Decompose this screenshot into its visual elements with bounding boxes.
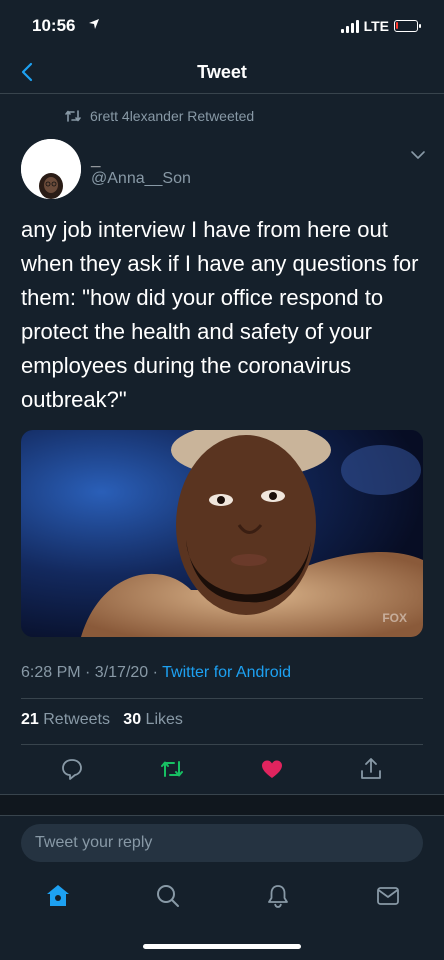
author-handle[interactable]: @Anna__Son (91, 170, 191, 188)
tab-bar (0, 878, 444, 918)
likes-stat[interactable]: 30 Likes (123, 711, 183, 728)
tweet-actions (0, 756, 444, 784)
divider (21, 744, 423, 745)
retweets-stat[interactable]: 21 Retweets (21, 711, 110, 728)
tweet-meta: 6:28 PM · 3/17/20 · Twitter for Android (21, 664, 291, 682)
divider (21, 698, 423, 699)
tweet-source-link[interactable]: Twitter for Android (162, 664, 291, 681)
likes-label: Likes (145, 711, 183, 728)
home-icon[interactable] (44, 882, 72, 910)
retweeted-by[interactable]: 6rett 4lexander Retweeted (64, 108, 254, 124)
tweet-text: any job interview I have from here out w… (21, 217, 419, 412)
location-arrow-icon (89, 19, 99, 29)
media-watermark: FOX (382, 611, 407, 625)
media-image (21, 430, 423, 637)
signal-icon (340, 19, 359, 33)
search-icon[interactable] (154, 882, 182, 910)
avatar-image (21, 139, 81, 199)
retweets-count: 21 (21, 711, 39, 728)
heart-icon[interactable] (259, 756, 285, 782)
notifications-icon[interactable] (264, 882, 292, 910)
retweet-small-icon (65, 110, 81, 122)
battery-level (396, 22, 398, 29)
author-name[interactable]: _ (91, 150, 100, 170)
retweeted-by-label: 6rett 4lexander Retweeted (90, 108, 255, 124)
section-separator (0, 794, 444, 816)
tweet-media[interactable]: FOX (21, 430, 423, 637)
tweet-stats: 21 Retweets 30 Likes (21, 711, 183, 729)
retweet-icon[interactable] (159, 756, 185, 782)
messages-icon[interactable] (374, 882, 402, 910)
share-icon[interactable] (358, 756, 384, 782)
tweet-timestamp: 6:28 PM · 3/17/20 · (21, 664, 163, 681)
retweets-label: Retweets (43, 711, 110, 728)
status-time: 10:56 (32, 16, 76, 35)
status-indicators: LTE (340, 18, 421, 34)
reply-icon[interactable] (59, 756, 85, 782)
home-indicator[interactable] (143, 944, 301, 949)
avatar[interactable] (21, 139, 81, 199)
likes-count: 30 (123, 711, 142, 728)
network-label: LTE (363, 18, 389, 34)
nav-bar: Tweet (0, 50, 444, 94)
battery-icon (394, 20, 421, 32)
status-bar: 10:56 LTE (0, 0, 444, 50)
chevron-down-icon[interactable] (410, 150, 426, 160)
reply-input[interactable]: Tweet your reply (21, 824, 423, 862)
page-title: Tweet (197, 62, 247, 82)
reply-placeholder: Tweet your reply (35, 834, 153, 851)
